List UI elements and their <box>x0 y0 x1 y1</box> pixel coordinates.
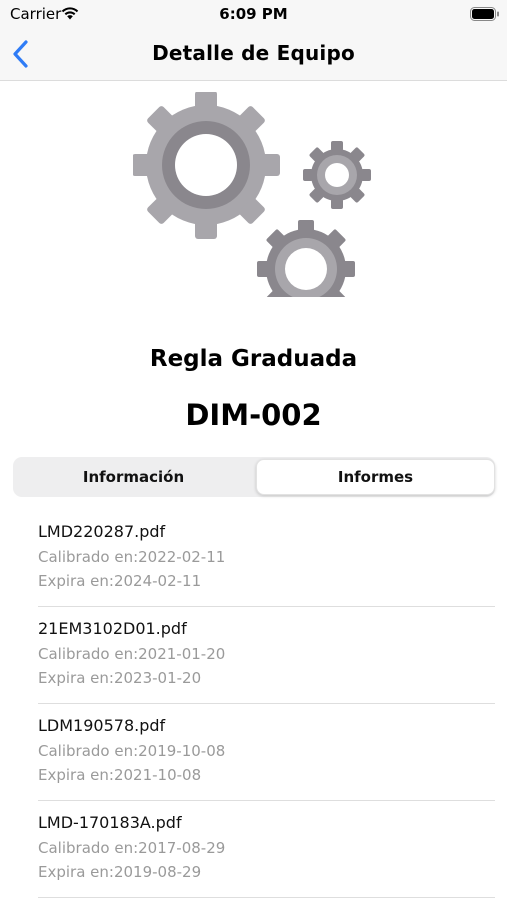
tab-informes[interactable]: Informes <box>256 459 495 495</box>
list-item[interactable]: LDM190578.pdf Calibrado en:2019-10-08 Ex… <box>38 704 495 801</box>
report-expiry-date: Expira en:2021-10-08 <box>38 766 202 784</box>
report-expiry-date: Expira en:2024-02-11 <box>38 572 202 590</box>
report-expiry-date: Expira en:2019-08-29 <box>38 863 202 881</box>
equipment-name: Regla Graduada <box>149 346 358 372</box>
equipment-code: DIM-002 <box>185 398 322 432</box>
navigation-bar: Detalle de Equipo <box>0 28 507 81</box>
battery-icon <box>470 7 499 21</box>
report-calibrated-date: Calibrado en:2019-10-08 <box>38 742 226 760</box>
report-file-name: LMD-170183A.pdf <box>38 813 182 832</box>
status-bar: Carrier 6:09 PM <box>0 0 507 28</box>
report-list: LMD220287.pdf Calibrado en:2022-02-11 Ex… <box>0 510 507 898</box>
report-calibrated-date: Calibrado en:2017-08-29 <box>38 839 226 857</box>
list-item[interactable]: LMD220287.pdf Calibrado en:2022-02-11 Ex… <box>38 510 495 607</box>
status-time: 6:09 PM <box>219 5 288 23</box>
list-item[interactable]: 21EM3102D01.pdf Calibrado en:2021-01-20 … <box>38 607 495 704</box>
report-file-name: LMD220287.pdf <box>38 522 166 541</box>
report-file-name: 21EM3102D01.pdf <box>38 619 187 638</box>
list-item[interactable]: LMD-170183A.pdf Calibrado en:2017-08-29 … <box>38 801 495 898</box>
segmented-control: Información Informes <box>13 457 495 497</box>
report-expiry-date: Expira en:2023-01-20 <box>38 669 202 687</box>
tab-informacion[interactable]: Información <box>15 459 252 495</box>
page-title: Detalle de Equipo <box>152 41 355 65</box>
report-calibrated-date: Calibrado en:2021-01-20 <box>38 645 226 663</box>
report-calibrated-date: Calibrado en:2022-02-11 <box>38 548 226 566</box>
report-file-name: LDM190578.pdf <box>38 716 166 735</box>
gears-icon <box>133 92 371 297</box>
